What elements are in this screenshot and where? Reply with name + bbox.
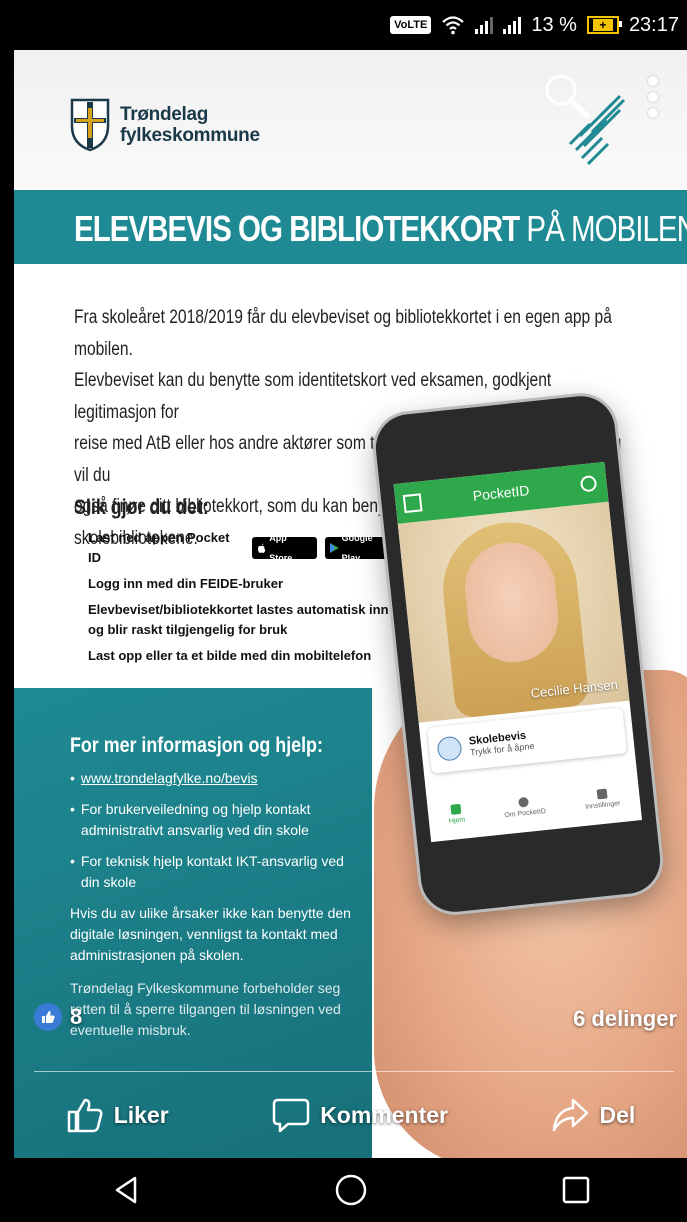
thumbs-up-icon — [67, 1098, 103, 1133]
home-button-icon[interactable] — [334, 1173, 368, 1207]
share-button[interactable]: Del — [551, 1096, 635, 1134]
mock-tab-label: Om PocketID — [504, 807, 547, 820]
mock-tab-label: Innstillinger — [584, 800, 621, 811]
info-paragraph: Hvis du av ulike årsaker ikke kan benytt… — [70, 905, 351, 963]
app-store-badge: App Store — [252, 533, 317, 563]
more-options-icon[interactable] — [648, 76, 658, 120]
play-icon — [329, 543, 339, 553]
android-nav-bar — [14, 1158, 687, 1222]
mock-tab-about: Om PocketID — [503, 795, 546, 819]
recent-apps-icon[interactable] — [561, 1175, 591, 1205]
step-text: Elevbeviset/bibliotekkortet lastes autom… — [88, 602, 389, 637]
info-link[interactable]: www.trondelagfylke.no/bevis — [81, 768, 258, 789]
info-item-text: For brukerveiledning og hjelp kontakt ad… — [80, 801, 311, 838]
mock-app-refresh-icon — [579, 474, 598, 493]
divider — [34, 1071, 674, 1072]
app-store-label: App Store — [269, 533, 293, 563]
info-disclaimer: Trøndelag Fylkeskommune forbeholder seg … — [70, 980, 341, 1038]
like-button[interactable]: Liker — [66, 1096, 169, 1134]
share-icon — [553, 1098, 589, 1132]
phone-screen: VoLTE 13 % + 23:17 Trøndelag fylkeskommu… — [14, 0, 687, 1222]
signal-icon-2 — [503, 16, 522, 34]
like-count: 8 — [70, 1004, 83, 1029]
mock-app-title: PocketID — [471, 481, 531, 504]
battery-charging-indicator: + — [592, 19, 613, 31]
info-icon — [518, 796, 530, 808]
steps-list: Last ned appen Pocket ID App Store Googl… — [88, 528, 398, 672]
banner-title-bold: ELEVBEVIS OG BIBLIOTEKKORT — [74, 208, 520, 249]
banner-title: ELEVBEVIS OG BIBLIOTEKKORT PÅ MOBILEN — [74, 208, 687, 250]
mock-app-logo-icon — [402, 493, 423, 514]
poster-header: Trøndelag fylkeskommune — [14, 50, 687, 190]
home-icon — [450, 803, 462, 815]
mock-card-avatar-icon — [436, 735, 463, 762]
volte-indicator: VoLTE — [390, 16, 432, 34]
mock-tab-settings: Innstillinger — [583, 787, 621, 811]
title-banner: ELEVBEVIS OG BIBLIOTEKKORT PÅ MOBILEN — [14, 190, 687, 264]
post-actions: Liker Kommenter Del — [14, 1080, 687, 1150]
org-logo: Trøndelag fylkeskommune — [70, 98, 260, 152]
org-name-line2: fylkeskommune — [120, 125, 260, 146]
comment-button-label: Kommenter — [320, 1101, 448, 1128]
mock-tab-home: Hjem — [447, 803, 466, 826]
like-button-label: Liker — [113, 1101, 169, 1128]
info-item: • www.trondelagfylke.no/bevis — [70, 768, 360, 789]
battery-icon: + — [586, 16, 622, 34]
info-list: • www.trondelagfylke.no/bevis • For bruker… — [70, 768, 360, 1041]
post-image[interactable]: Trøndelag fylkeskommune ELEVBEVIS OG BIB… — [14, 50, 687, 1158]
status-bar: VoLTE 13 % + 23:17 — [14, 0, 687, 50]
share-button-label: Del — [599, 1101, 636, 1128]
share-count[interactable]: 6 delinger — [573, 1006, 677, 1032]
step-item: Last ned appen Pocket ID App Store Googl… — [88, 528, 398, 568]
coat-of-arms-icon — [70, 98, 110, 152]
banner-title-light: PÅ MOBILEN — [519, 208, 687, 249]
mock-tab-bar: Hjem Om PocketID Innstillinger — [426, 770, 642, 842]
back-icon[interactable] — [111, 1175, 141, 1205]
map-pattern-icon — [568, 94, 626, 166]
steps-title: Slik gjør du det: — [74, 496, 209, 519]
step-item: Logg inn med din FEIDE-bruker — [88, 574, 398, 594]
gear-icon — [596, 788, 608, 800]
info-title: For mer informasjon og hjelp: — [70, 734, 323, 757]
comment-icon — [272, 1098, 310, 1133]
org-name-line1: Trøndelag — [120, 104, 209, 125]
comment-button[interactable]: Kommenter — [272, 1096, 448, 1134]
mock-id-photo: Cecilie Hansen — [397, 501, 630, 723]
mock-tab-label: Hjem — [448, 816, 466, 826]
info-item: • For teknisk hjelp kontakt IKT-ansvarlig… — [70, 851, 360, 893]
intro-line: Fra skoleåret 2018/2019 får du elevbevis… — [74, 307, 612, 360]
wifi-icon — [442, 16, 465, 35]
like-reaction-icon — [34, 1003, 62, 1031]
status-icons: VoLTE 13 % + 23:17 — [390, 10, 679, 40]
info-item: • For brukerveiledning og hjelp kontakt a… — [70, 799, 360, 841]
step-text: Last ned appen Pocket ID — [88, 530, 230, 565]
reactions-summary[interactable]: 8 — [34, 1003, 82, 1031]
step-item: Elevbeviset/bibliotekkortet lastes autom… — [88, 600, 398, 640]
step-item: Last opp eller ta et bilde med din mobil… — [88, 646, 398, 666]
info-item-text: For teknisk hjelp kontakt IKT-ansvarlig … — [80, 853, 344, 890]
mock-app-screen: PocketID Cecilie Hansen Skolebevis Trykk… — [393, 461, 643, 843]
battery-percent: 13 % — [531, 13, 577, 36]
signal-icon-1 — [475, 16, 494, 34]
step-text: Last opp eller ta et bilde med din mobil… — [88, 648, 372, 663]
clock: 23:17 — [628, 13, 679, 36]
apple-icon — [258, 542, 266, 553]
step-text: Logg inn med din FEIDE-bruker — [88, 576, 283, 591]
